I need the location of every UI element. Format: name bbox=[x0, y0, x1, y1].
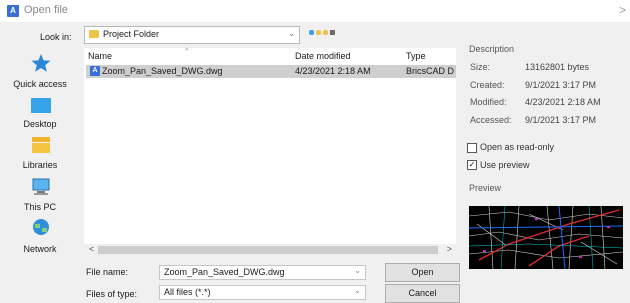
file-name-label: File name: bbox=[86, 267, 129, 277]
place-label: Quick access bbox=[13, 79, 67, 89]
description-panel: Description Size: 13162801 bytes Created… bbox=[466, 44, 626, 132]
place-label: This PC bbox=[23, 202, 56, 212]
up-folder-icon[interactable] bbox=[316, 30, 321, 35]
computer-icon bbox=[32, 178, 50, 195]
libraries-icon bbox=[32, 137, 50, 153]
file-type-cell: BricsCAD Di bbox=[406, 66, 454, 76]
column-header-type[interactable]: Type bbox=[406, 51, 426, 61]
network-icon bbox=[33, 219, 49, 235]
read-only-checkbox[interactable] bbox=[467, 143, 477, 153]
file-date-cell: 4/23/2021 2:18 AM bbox=[295, 66, 371, 76]
size-label: Size: bbox=[470, 62, 491, 72]
horizontal-scrollbar[interactable]: < > bbox=[84, 244, 456, 256]
cancel-button[interactable]: Cancel bbox=[385, 284, 460, 303]
place-quick-access[interactable]: Quick access bbox=[0, 52, 80, 96]
view-menu-icon[interactable] bbox=[330, 30, 335, 35]
place-desktop[interactable]: Desktop bbox=[0, 96, 80, 136]
file-type-select[interactable]: All files (*.*) ⌄ bbox=[159, 285, 366, 300]
modified-value: 4/23/2021 2:18 AM bbox=[525, 97, 601, 107]
scroll-right-icon[interactable]: > bbox=[447, 244, 452, 254]
column-header-name[interactable]: Name bbox=[88, 51, 112, 61]
desktop-icon bbox=[31, 98, 51, 113]
open-button[interactable]: Open bbox=[385, 263, 460, 282]
preview-title: Preview bbox=[469, 183, 502, 193]
use-preview-label[interactable]: Use preview bbox=[480, 160, 530, 170]
close-icon[interactable]: > bbox=[619, 3, 626, 17]
chevron-down-icon[interactable]: ⌄ bbox=[354, 266, 361, 275]
title-bar: A Open file > bbox=[0, 0, 630, 22]
look-in-combo[interactable]: Project Folder ⌄ bbox=[84, 26, 300, 44]
app-icon: A bbox=[7, 5, 19, 17]
chevron-down-icon[interactable]: ⌄ bbox=[354, 286, 361, 295]
accessed-label: Accessed: bbox=[470, 115, 512, 125]
places-bar: Quick access Desktop Libraries This PC N… bbox=[0, 44, 80, 269]
chevron-down-icon[interactable]: ⌄ bbox=[288, 29, 295, 38]
preview-image bbox=[468, 205, 624, 270]
created-value: 9/1/2021 3:17 PM bbox=[525, 80, 597, 90]
scroll-left-icon[interactable]: < bbox=[89, 244, 94, 254]
star-icon bbox=[31, 54, 51, 72]
accessed-value: 9/1/2021 3:17 PM bbox=[525, 115, 597, 125]
place-libraries[interactable]: Libraries bbox=[0, 136, 80, 176]
folder-toolbar[interactable] bbox=[307, 27, 343, 39]
folder-icon bbox=[89, 30, 99, 38]
look-in-value: Project Folder bbox=[103, 29, 160, 39]
place-label: Network bbox=[23, 244, 57, 254]
place-label: Desktop bbox=[23, 119, 57, 129]
place-label: Libraries bbox=[22, 160, 58, 170]
file-row[interactable]: A Zoom_Pan_Saved_DWG.dwg 4/23/2021 2:18 … bbox=[86, 65, 456, 78]
dwg-file-icon: A bbox=[90, 66, 100, 76]
place-this-pc[interactable]: This PC bbox=[0, 178, 80, 216]
sort-ascending-icon: ^ bbox=[185, 48, 189, 55]
read-only-label[interactable]: Open as read-only bbox=[480, 142, 554, 152]
description-title: Description bbox=[469, 44, 515, 54]
drawing-thumbnail bbox=[468, 205, 624, 270]
file-name-value: Zoom_Pan_Saved_DWG.dwg bbox=[164, 267, 285, 277]
window-title: Open file bbox=[24, 4, 69, 16]
file-type-label: Files of type: bbox=[86, 289, 138, 299]
created-label: Created: bbox=[470, 80, 505, 90]
file-name-cell: Zoom_Pan_Saved_DWG.dwg bbox=[102, 66, 223, 76]
place-network[interactable]: Network bbox=[0, 218, 80, 258]
file-list[interactable]: Name ^ Date modified Type A Zoom_Pan_Sav… bbox=[84, 48, 456, 256]
scroll-thumb[interactable] bbox=[98, 246, 438, 254]
back-icon[interactable] bbox=[309, 30, 314, 35]
look-in-label: Look in: bbox=[40, 32, 72, 42]
file-type-value: All files (*.*) bbox=[164, 287, 211, 297]
size-value: 13162801 bytes bbox=[525, 62, 590, 72]
new-folder-icon[interactable] bbox=[323, 30, 328, 35]
column-header-date[interactable]: Date modified bbox=[295, 51, 351, 61]
file-name-field[interactable]: Zoom_Pan_Saved_DWG.dwg ⌄ bbox=[159, 265, 366, 280]
use-preview-checkbox[interactable]: ✓ bbox=[467, 160, 477, 170]
modified-label: Modified: bbox=[470, 97, 507, 107]
